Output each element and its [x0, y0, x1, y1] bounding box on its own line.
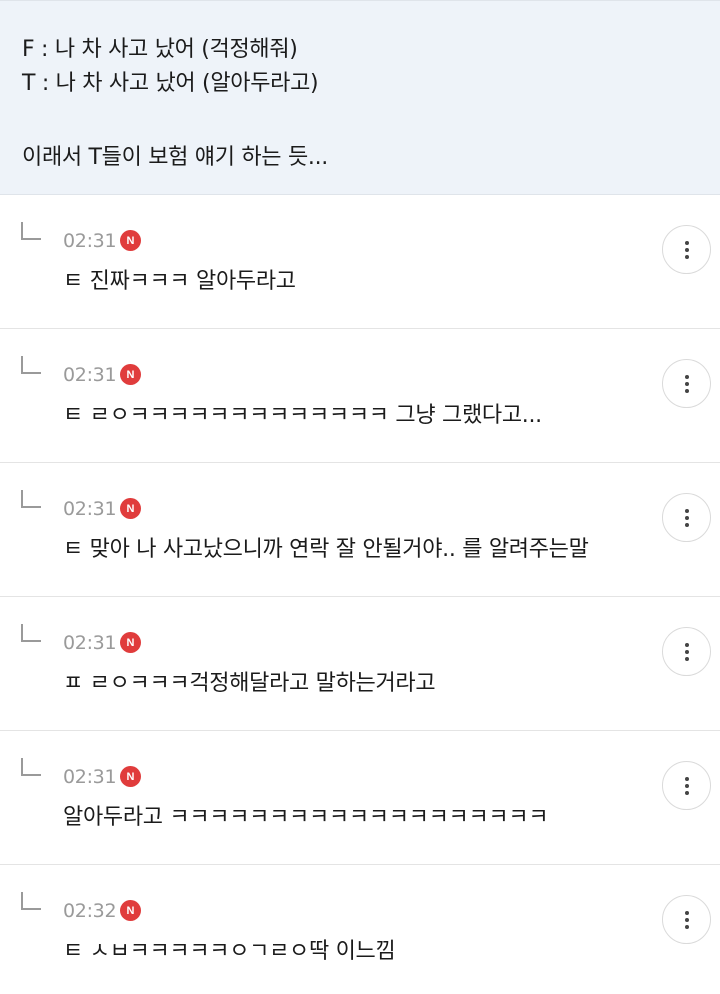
comment-text: ㅌ 진짜ㅋㅋㅋ 알아두라고	[63, 269, 296, 294]
reply-arrow-icon	[21, 624, 41, 642]
reply-arrow-icon	[21, 222, 41, 240]
post-line-t: T : 나 차 사고 났어 (알아두라고)	[22, 71, 319, 96]
more-dot	[684, 924, 689, 929]
post-spacer	[22, 101, 720, 141]
more-dot	[684, 515, 689, 520]
more-vertical-icon	[684, 374, 689, 379]
post-body: F : 나 차 사고 났어 (걱정해줘) T : 나 차 사고 났어 (알아두라…	[0, 0, 720, 195]
comment-item: 02:31 N ㅌ 맞아 나 사고났으니까 연락 잘 안될거야.. 를 알려주는…	[0, 463, 720, 597]
comment-item: 02:31 N 알아두라고 ㅋㅋㅋㅋㅋㅋㅋㅋㅋㅋㅋㅋㅋㅋㅋㅋㅋㅋㅋ	[0, 731, 720, 865]
comment-item: 02:31 N ㅌ 진짜ㅋㅋㅋ 알아두라고	[0, 195, 720, 329]
comment-text: ㅍ ㄹㅇㅋㅋㅋ걱정해달라고 말하는거라고	[63, 671, 436, 696]
more-vertical-icon	[684, 642, 689, 647]
more-dot	[684, 790, 689, 795]
comment-text: ㅌ ㅅㅂㅋㅋㅋㅋㅋㅇㄱㄹㅇ딱 이느낌	[63, 939, 396, 964]
comment-text: 알아두라고 ㅋㅋㅋㅋㅋㅋㅋㅋㅋㅋㅋㅋㅋㅋㅋㅋㅋㅋㅋ	[63, 805, 549, 830]
reply-arrow-icon	[21, 490, 41, 508]
more-options-button[interactable]	[662, 493, 711, 542]
comment-item: 02:32 N ㅌ ㅅㅂㅋㅋㅋㅋㅋㅇㄱㄹㅇ딱 이느낌	[0, 865, 720, 994]
more-options-button[interactable]	[662, 225, 711, 274]
comment-timestamp: 02:31	[63, 766, 117, 788]
more-dot	[684, 656, 689, 661]
more-options-button[interactable]	[662, 359, 711, 408]
comment-timestamp: 02:31	[63, 230, 117, 252]
reply-arrow-icon	[21, 356, 41, 374]
new-badge-icon: N	[120, 230, 141, 251]
post-line-conclusion: 이래서 T들이 보험 얘기 하는 듯...	[22, 145, 328, 170]
new-badge-icon: N	[120, 900, 141, 921]
new-badge-icon: N	[120, 364, 141, 385]
new-badge-icon: N	[120, 766, 141, 787]
more-dot	[684, 783, 689, 788]
more-dot	[684, 381, 689, 386]
more-dot	[684, 388, 689, 393]
more-vertical-icon	[684, 240, 689, 245]
more-dot	[684, 649, 689, 654]
comment-timestamp: 02:31	[63, 364, 117, 386]
comment-text: ㅌ ㄹㅇㅋㅋㅋㅋㅋㅋㅋㅋㅋㅋㅋㅋㅋ 그냥 그랬다고...	[63, 403, 542, 428]
post-line-f: F : 나 차 사고 났어 (걱정해줘)	[22, 37, 298, 62]
comment-timestamp: 02:31	[63, 498, 117, 520]
reply-arrow-icon	[21, 892, 41, 910]
new-badge-icon: N	[120, 632, 141, 653]
comment-item: 02:31 N ㅍ ㄹㅇㅋㅋㅋ걱정해달라고 말하는거라고	[0, 597, 720, 731]
comment-timestamp: 02:31	[63, 632, 117, 654]
comment-timestamp: 02:32	[63, 900, 117, 922]
new-badge-icon: N	[120, 498, 141, 519]
reply-arrow-icon	[21, 758, 41, 776]
more-vertical-icon	[684, 776, 689, 781]
more-options-button[interactable]	[662, 627, 711, 676]
more-dot	[684, 522, 689, 527]
comment-item: 02:31 N ㅌ ㄹㅇㅋㅋㅋㅋㅋㅋㅋㅋㅋㅋㅋㅋㅋ 그냥 그랬다고...	[0, 329, 720, 463]
more-dot	[684, 917, 689, 922]
more-dot	[684, 254, 689, 259]
more-vertical-icon	[684, 508, 689, 513]
more-vertical-icon	[684, 910, 689, 915]
comment-text: ㅌ 맞아 나 사고났으니까 연락 잘 안될거야.. 를 알려주는말	[63, 537, 589, 562]
more-options-button[interactable]	[662, 895, 711, 944]
more-options-button[interactable]	[662, 761, 711, 810]
more-dot	[684, 247, 689, 252]
